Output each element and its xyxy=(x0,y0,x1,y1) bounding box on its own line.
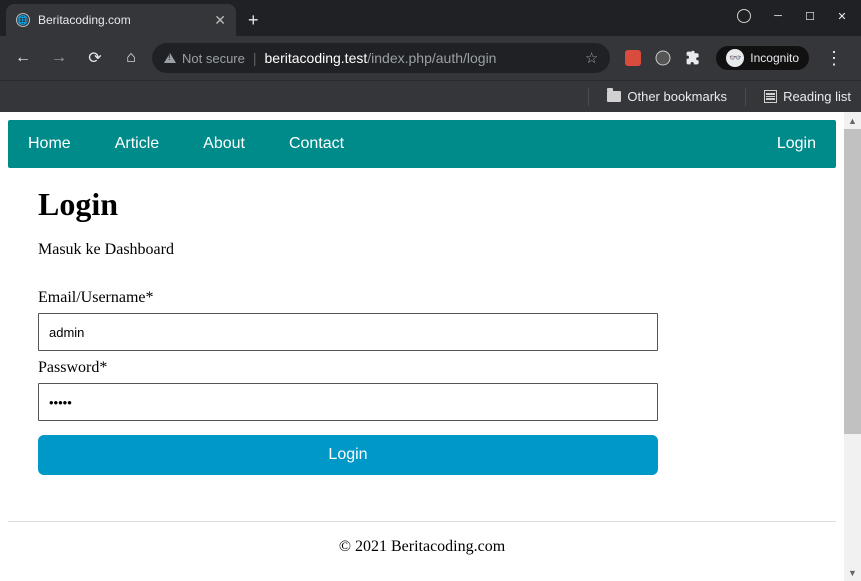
site-footer: © 2021 Beritacoding.com xyxy=(8,521,836,572)
tab-title: Beritacoding.com xyxy=(38,13,206,27)
window-maximize-button[interactable]: ☐ xyxy=(795,4,825,28)
bookmark-star-icon[interactable]: ☆ xyxy=(585,49,598,67)
extension-icon-1[interactable] xyxy=(624,49,642,67)
nav-link-contact[interactable]: Contact xyxy=(289,135,366,153)
extensions-puzzle-icon[interactable] xyxy=(684,49,702,67)
bookmarks-bar: Other bookmarks Reading list xyxy=(0,80,861,112)
email-field[interactable] xyxy=(38,313,658,351)
scroll-up-arrow-icon[interactable]: ▲ xyxy=(844,112,861,129)
incognito-icon: 👓 xyxy=(726,49,744,67)
browser-tab[interactable]: 🌐 Beritacoding.com ✕ xyxy=(6,4,236,36)
reading-list-button[interactable]: Reading list xyxy=(764,89,851,104)
nav-home-button[interactable]: ⌂ xyxy=(116,43,146,73)
password-label: Password* xyxy=(38,359,658,377)
page-subtitle: Masuk ke Dashboard xyxy=(38,241,806,259)
scrollbar-thumb[interactable] xyxy=(844,129,861,434)
globe-icon: 🌐 xyxy=(16,13,30,27)
omnibox[interactable]: Not secure | beritacoding.test/index.php… xyxy=(152,43,610,73)
nav-link-article[interactable]: Article xyxy=(115,135,181,153)
address-bar: ← → ⟳ ⌂ Not secure | beritacoding.test/i… xyxy=(0,36,861,80)
nav-forward-button[interactable]: → xyxy=(44,43,74,73)
close-tab-icon[interactable]: ✕ xyxy=(214,12,226,29)
account-circle-icon[interactable] xyxy=(737,9,751,23)
login-section: Login Masuk ke Dashboard Email/Username*… xyxy=(8,168,836,493)
viewport: Home Article About Contact Login Login M… xyxy=(0,112,861,581)
other-bookmarks-label: Other bookmarks xyxy=(627,89,727,104)
folder-icon xyxy=(607,91,621,102)
separator xyxy=(588,88,589,106)
login-button[interactable]: Login xyxy=(38,435,658,475)
site-navbar: Home Article About Contact Login xyxy=(8,120,836,168)
other-bookmarks-button[interactable]: Other bookmarks xyxy=(607,89,727,104)
nav-link-about[interactable]: About xyxy=(203,135,267,153)
list-icon xyxy=(764,90,777,103)
email-label: Email/Username* xyxy=(38,289,658,307)
vertical-scrollbar[interactable]: ▲ ▼ xyxy=(844,112,861,581)
scroll-down-arrow-icon[interactable]: ▼ xyxy=(844,564,861,581)
nav-reload-button[interactable]: ⟳ xyxy=(80,43,110,73)
page-title: Login xyxy=(38,186,806,223)
browser-menu-button[interactable]: ⋮ xyxy=(815,48,853,69)
window-controls: ─ ☐ ✕ xyxy=(737,4,857,28)
warning-icon xyxy=(164,53,176,63)
separator xyxy=(745,88,746,106)
security-label: Not secure xyxy=(182,51,245,66)
extension-icon-2[interactable] xyxy=(654,49,672,67)
extension-icons xyxy=(616,49,710,67)
password-field[interactable] xyxy=(38,383,658,421)
footer-text: © 2021 Beritacoding.com xyxy=(339,538,505,555)
url-text: beritacoding.test/index.php/auth/login xyxy=(265,50,497,66)
incognito-badge[interactable]: 👓 Incognito xyxy=(716,46,809,70)
window-minimize-button[interactable]: ─ xyxy=(763,4,793,28)
browser-tab-strip: 🌐 Beritacoding.com ✕ + ─ ☐ ✕ xyxy=(0,0,861,36)
incognito-label: Incognito xyxy=(750,51,799,65)
nav-link-home[interactable]: Home xyxy=(28,135,93,153)
reading-list-label: Reading list xyxy=(783,89,851,104)
nav-back-button[interactable]: ← xyxy=(8,43,38,73)
window-close-button[interactable]: ✕ xyxy=(827,4,857,28)
security-indicator[interactable]: Not secure xyxy=(164,51,245,66)
nav-link-login[interactable]: Login xyxy=(777,135,816,153)
new-tab-button[interactable]: + xyxy=(236,4,271,36)
